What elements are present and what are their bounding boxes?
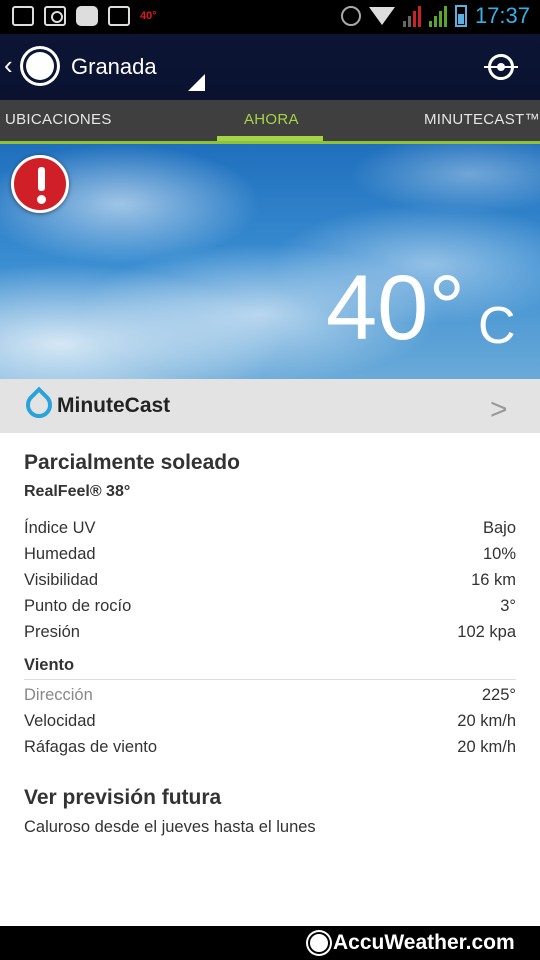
details-panel: Parcialmente soleado RealFeel® 38° Índic… <box>0 433 540 863</box>
condition-text: Parcialmente soleado <box>24 451 240 474</box>
wind-value: 20 km/h <box>457 712 516 730</box>
signal-icon-1 <box>402 5 421 27</box>
current-temperature: 40° <box>326 257 466 359</box>
detail-value: 3° <box>500 597 516 615</box>
wind-label: Dirección <box>24 686 93 704</box>
active-tab-indicator <box>217 136 323 141</box>
sun-logo-icon[interactable] <box>26 52 54 80</box>
battery-icon <box>454 5 467 27</box>
minutecast-bar[interactable]: MinuteCast > <box>0 379 540 433</box>
temperature-notification: 40° <box>140 10 157 22</box>
outlook-icon <box>108 6 130 26</box>
detail-label: Humedad <box>24 545 96 563</box>
wind-label: Velocidad <box>24 712 96 730</box>
status-bar: 40° 17:37 <box>0 0 540 34</box>
signal-icon-2 <box>428 5 447 27</box>
detail-value: 10% <box>482 545 516 563</box>
voicemail-icon <box>12 6 34 26</box>
detail-label: Visibilidad <box>24 571 98 589</box>
accuweather-logo[interactable]: AccuWeather.com <box>310 931 515 955</box>
detail-label: Punto de rocío <box>24 597 132 615</box>
wind-value: 20 km/h <box>457 738 516 756</box>
tab-ubicaciones[interactable]: UBICACIONES <box>5 111 112 128</box>
wind-divider <box>24 679 516 680</box>
future-forecast-summary: Caluroso desde el jueves hasta el lunes <box>24 818 316 836</box>
location-dropdown-icon[interactable] <box>188 74 205 91</box>
minutecast-drop-icon <box>20 386 58 424</box>
footer-bar: AccuWeather.com <box>0 926 540 960</box>
detail-label: Presión <box>24 623 80 641</box>
wind-value: 225° <box>481 686 516 704</box>
accuweather-sun-icon <box>310 934 328 952</box>
detail-value: Bajo <box>482 519 516 537</box>
back-icon[interactable]: ‹ <box>4 50 13 81</box>
brand-text: AccuWeather.com <box>333 931 515 954</box>
camera-icon <box>44 6 66 26</box>
location-name[interactable]: Granada <box>71 54 157 80</box>
temperature-unit: C <box>478 297 516 355</box>
alarm-icon <box>340 6 361 26</box>
gps-locate-icon[interactable] <box>484 54 518 80</box>
detail-value: 16 km <box>471 571 516 589</box>
minutecast-label: MinuteCast <box>57 394 171 417</box>
tab-minutecast[interactable]: MINUTECAST™ <box>424 111 540 128</box>
alert-icon[interactable] <box>11 155 69 213</box>
wind-label: Ráfagas de viento <box>24 738 158 756</box>
tab-bar: UBICACIONES AHORA MINUTECAST™ <box>0 100 540 144</box>
wind-section-title: Viento <box>24 656 75 674</box>
messenger-icon <box>76 6 98 26</box>
app-header: ‹ Granada <box>0 34 540 100</box>
clock: 17:37 <box>474 3 530 28</box>
detail-label: Índice UV <box>24 519 96 537</box>
future-forecast-link[interactable]: Ver previsión futura <box>24 786 221 810</box>
tab-ahora[interactable]: AHORA <box>244 111 299 128</box>
realfeel-text: RealFeel® 38° <box>24 483 131 500</box>
wifi-icon <box>368 7 395 25</box>
detail-value: 102 kpa <box>457 623 516 641</box>
chevron-right-icon: > <box>490 393 508 426</box>
